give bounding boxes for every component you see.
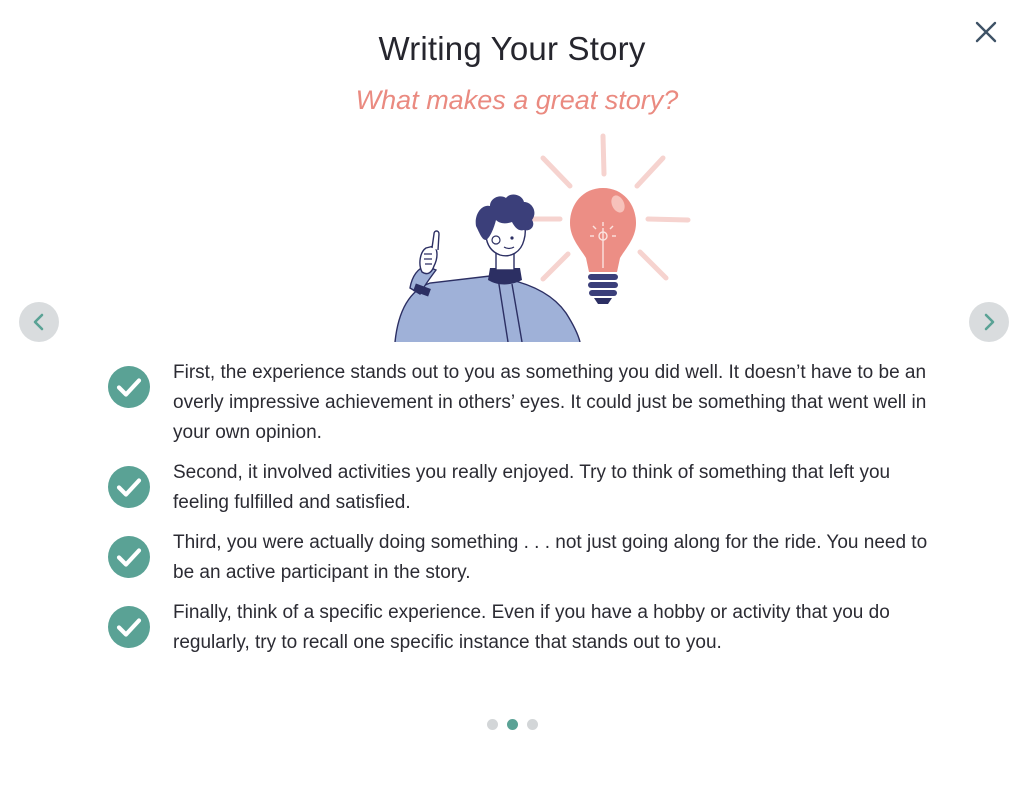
check-circle-icon <box>108 466 150 508</box>
chevron-right-icon <box>984 313 995 331</box>
list-item-text: Third, you were actually doing something… <box>173 532 928 583</box>
dialog-subtitle: What makes a great story? <box>355 85 679 115</box>
check-circle-icon <box>108 366 150 408</box>
pagination-dot-3[interactable] <box>526 719 538 730</box>
previous-slide-button[interactable] <box>19 302 59 342</box>
checklist: First, the experience stands out to you … <box>108 358 938 668</box>
list-item: Second, it involved activities you reall… <box>108 458 938 518</box>
pagination-dot-1[interactable] <box>486 719 498 730</box>
next-slide-button[interactable] <box>969 302 1009 342</box>
list-item: First, the experience stands out to you … <box>108 358 938 448</box>
pagination-dots <box>0 719 1024 730</box>
idea-illustration <box>394 133 691 342</box>
list-item: Finally, think of a specific experience.… <box>108 598 938 658</box>
check-circle-icon <box>108 606 150 648</box>
check-circle-icon <box>108 536 150 578</box>
dialog-title: Writing Your Story <box>378 30 646 67</box>
list-item-text: Second, it involved activities you reall… <box>173 462 891 513</box>
chevron-left-icon <box>33 313 44 331</box>
list-item: Third, you were actually doing something… <box>108 528 938 588</box>
pagination-dot-2-active[interactable] <box>506 719 518 730</box>
list-item-text: First, the experience stands out to you … <box>173 362 927 443</box>
list-item-text: Finally, think of a specific experience.… <box>173 602 890 653</box>
